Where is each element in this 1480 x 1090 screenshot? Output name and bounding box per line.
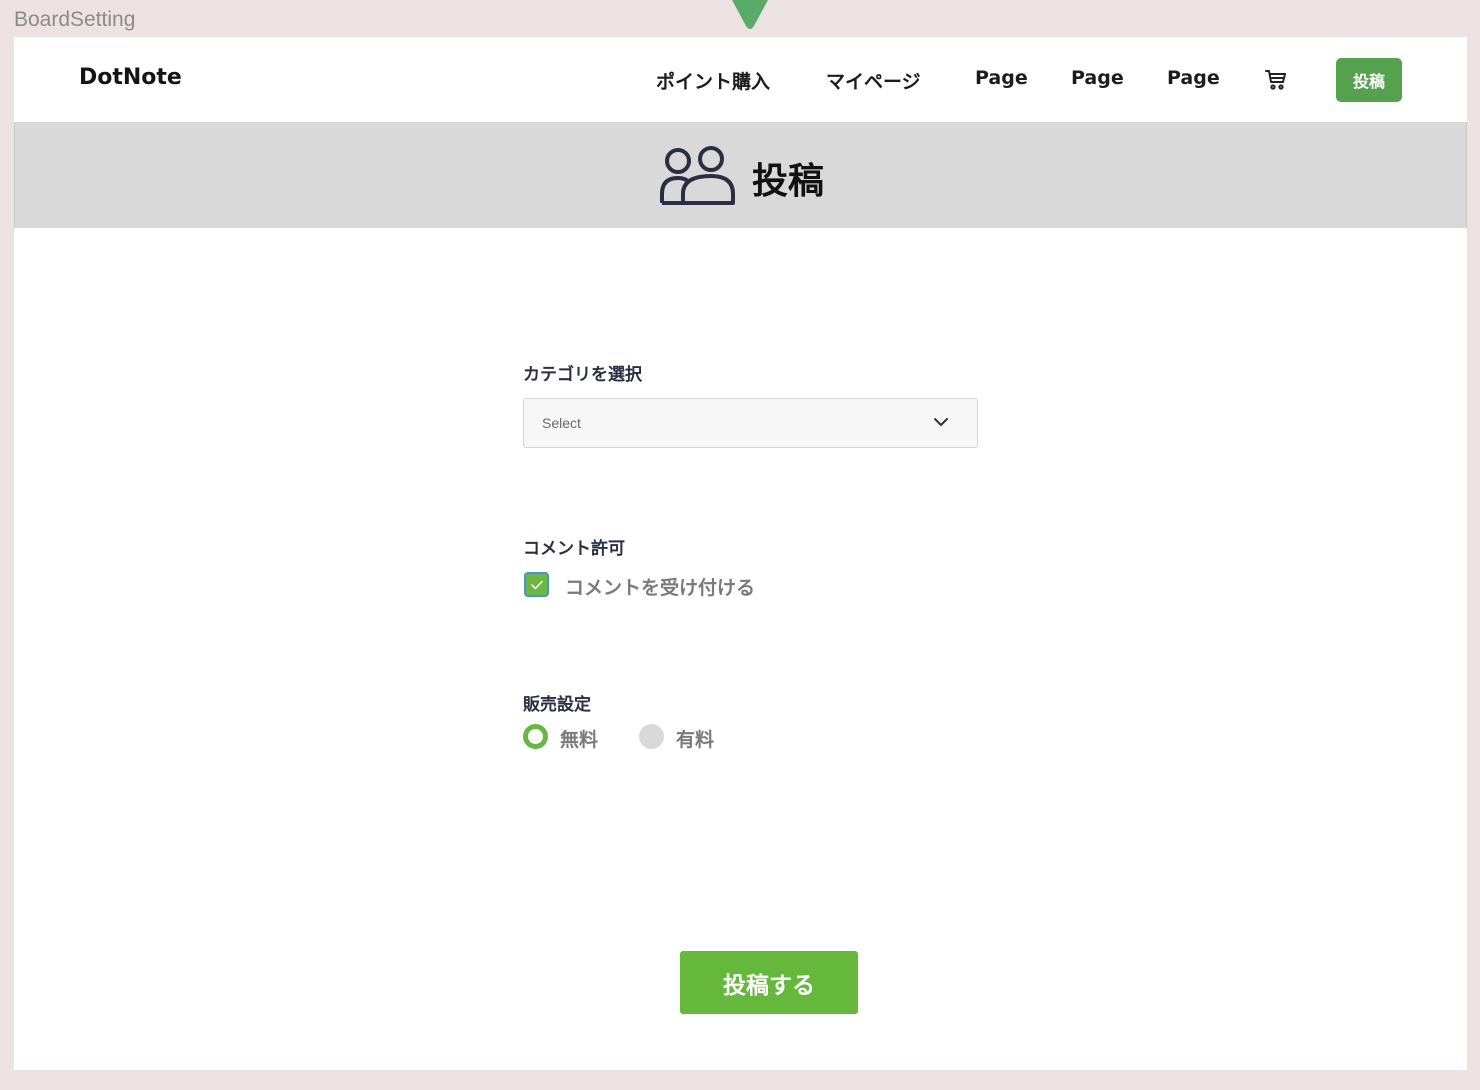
radio-paid-label[interactable]: 有料 (676, 725, 714, 752)
radio-free[interactable] (523, 724, 548, 749)
category-select[interactable]: Select (523, 398, 978, 448)
sales-label: 販売設定 (523, 695, 591, 715)
chevron-down-icon (934, 418, 948, 426)
check-icon (531, 580, 543, 590)
nav-link-page-2[interactable]: Page (1071, 67, 1124, 89)
radio-paid[interactable] (639, 724, 664, 749)
radio-free-label[interactable]: 無料 (560, 725, 598, 752)
comment-label: コメント許可 (523, 539, 625, 559)
cart-icon[interactable] (1264, 68, 1288, 92)
page-title: 投稿 (752, 161, 825, 202)
navbar: DotNote ポイント購入 マイページ Page Page Page 投稿 (14, 37, 1467, 122)
category-select-value: Select (542, 415, 581, 431)
users-icon (660, 146, 735, 205)
frame-label: BoardSetting (14, 8, 136, 31)
nav-link-point-purchase[interactable]: ポイント購入 (656, 67, 770, 94)
submit-post-button[interactable]: 投稿する (680, 951, 858, 1014)
nav-link-page-1[interactable]: Page (975, 67, 1028, 89)
category-label: カテゴリを選択 (523, 365, 642, 385)
nav-link-page-3[interactable]: Page (1167, 67, 1220, 89)
frame-marker-icon (732, 0, 768, 29)
comment-checkbox[interactable] (524, 572, 549, 597)
brand-logo[interactable]: DotNote (79, 65, 182, 90)
artboard: DotNote ポイント購入 マイページ Page Page Page 投稿 投… (14, 37, 1467, 1070)
post-nav-button[interactable]: 投稿 (1336, 58, 1402, 102)
nav-link-mypage[interactable]: マイページ (826, 67, 921, 94)
title-band: 投稿 (14, 122, 1467, 228)
comment-checkbox-label[interactable]: コメントを受け付ける (565, 573, 755, 600)
